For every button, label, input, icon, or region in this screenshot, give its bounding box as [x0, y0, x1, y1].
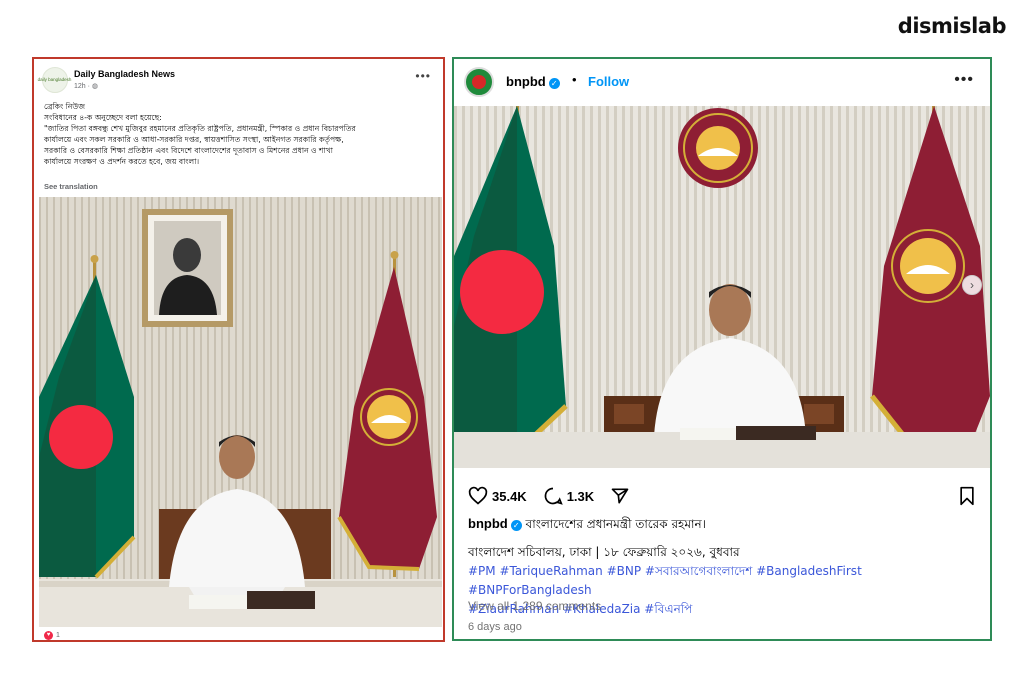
username-link[interactable]: bnpbd ✓: [506, 74, 560, 89]
verified-badge-icon: ✓: [548, 78, 560, 89]
page-avatar-logo-text: daily bangladesh: [38, 77, 72, 83]
page-avatar[interactable]: daily bangladesh: [38, 67, 72, 93]
post-line: কার্যালয়ে সংরক্ষণ ও প্রদর্শন করতে হবে, …: [44, 157, 200, 166]
more-options-icon[interactable]: •••: [954, 71, 974, 89]
profile-avatar[interactable]: [464, 67, 494, 97]
post-line: সরকারি ও বেসরকারি শিক্ষা প্রতিষ্ঠান এবং …: [44, 146, 333, 155]
post-photo[interactable]: [39, 197, 442, 627]
caption-text: বাংলাদেশের প্রধানমন্ত্রী তারেক রহমান।: [525, 517, 706, 531]
post-timestamp[interactable]: 6 days ago: [468, 621, 522, 633]
send-icon: [611, 488, 629, 504]
post-body-text: ব্রেকিং নিউজ সংবিধানের ৪-ক অনুচ্ছেদে বলা…: [44, 101, 435, 167]
separator-dot: •: [572, 72, 577, 87]
caption-username-link[interactable]: bnpbd: [468, 516, 508, 531]
caption-first-line: bnpbd ✓ বাংলাদেশের প্রধানমন্ত্রী তারেক রহ…: [468, 514, 976, 534]
like-button[interactable]: 35.4K: [468, 486, 527, 506]
page-name-link[interactable]: Daily Bangladesh News: [74, 69, 175, 79]
comment-icon: [544, 487, 563, 505]
more-options-icon[interactable]: •••: [415, 69, 431, 83]
post-time[interactable]: 12h · ◍: [74, 82, 98, 90]
framed-portrait: [142, 209, 233, 327]
save-button[interactable]: [958, 486, 976, 506]
fb-post-header: daily bangladesh Daily Bangladesh News 1…: [38, 67, 435, 97]
post-photo[interactable]: [454, 106, 990, 468]
follow-button[interactable]: Follow: [588, 74, 629, 89]
ig-post-header: bnpbd ✓ • Follow •••: [464, 67, 978, 97]
instagram-post-card: bnpbd ✓ • Follow ••• › 35.4K 1.3K bnpbd …: [452, 57, 992, 641]
heart-icon: [468, 486, 488, 505]
facebook-post-card: daily bangladesh Daily Bangladesh News 1…: [32, 57, 445, 642]
post-actions-bar: 35.4K 1.3K: [468, 484, 976, 508]
bnp-logo-icon: [472, 75, 486, 89]
post-line: কার্যালয়ে এবং সকল সরকারি ও আধা-সরকারি দ…: [44, 135, 344, 144]
comment-count: 1.3K: [566, 488, 595, 504]
dismislab-logo: dismislab: [897, 14, 1007, 38]
username-text: bnpbd: [506, 74, 546, 89]
next-image-arrow-icon[interactable]: ›: [962, 275, 982, 295]
post-line: ব্রেকিং নিউজ: [44, 102, 86, 111]
reaction-count: 1: [56, 631, 60, 639]
post-time-text: 12h ·: [74, 83, 90, 90]
globe-icon: ◍: [91, 83, 99, 90]
government-emblem: [678, 108, 758, 188]
share-button[interactable]: [610, 486, 630, 506]
view-all-comments-link[interactable]: View all 1,289 comments: [468, 599, 601, 613]
reactions-bar[interactable]: ♥ 1: [44, 629, 60, 640]
like-count: 35.4K: [492, 488, 527, 504]
bookmark-icon: [960, 486, 974, 506]
post-line: "জাতির পিতা বঙ্গবন্ধু শেখ মুজিবুর রহমানে…: [44, 124, 356, 133]
love-reaction-icon: ♥: [44, 630, 53, 640]
comment-button[interactable]: 1.3K: [543, 486, 594, 506]
caption-location-line: বাংলাদেশ সচিবালয়, ঢাকা | ১৮ ফেব্রুয়ারি…: [468, 545, 740, 559]
verified-badge-icon: ✓: [510, 520, 522, 531]
see-translation-link[interactable]: See translation: [44, 182, 98, 191]
hashtags-line[interactable]: #PM #TariqueRahman #BNP #সবারআগেবাংলাদেশ…: [468, 562, 976, 600]
post-line: সংবিধানের ৪-ক অনুচ্ছেদে বলা হয়েছে:: [44, 113, 162, 122]
